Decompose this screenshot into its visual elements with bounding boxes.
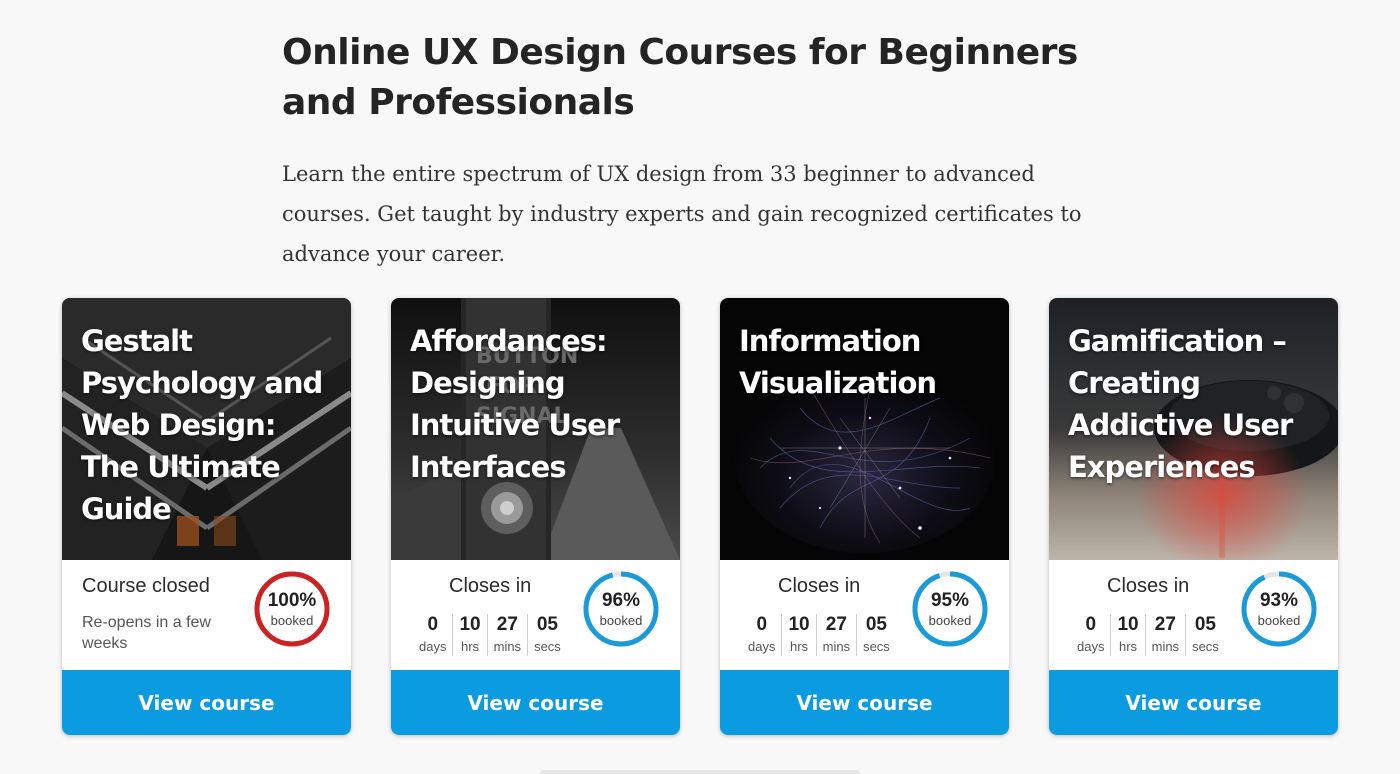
timer-days: 0 days <box>413 614 452 656</box>
timer-unit: mins <box>822 639 851 654</box>
course-status-panel: Closes in 0 days 10 hrs 27 mins 05 secs <box>1049 560 1338 670</box>
course-card-list: Gestalt Psychology and Web Design: The U… <box>62 298 1338 735</box>
timer-value: 0 <box>1085 614 1097 635</box>
booked-percent: 93% <box>1259 590 1299 611</box>
course-card: Information Visualization Closes in 0 da… <box>720 298 1009 735</box>
timer-value: 27 <box>496 614 518 635</box>
course-title[interactable]: Affordances: Designing Intuitive User In… <box>410 320 664 488</box>
timer-value: 05 <box>536 614 558 635</box>
countdown-timer: 0 days 10 hrs 27 mins 05 secs <box>413 614 567 656</box>
timer-seconds: 05 secs <box>527 614 567 656</box>
next-section-edge <box>540 770 860 774</box>
course-hero[interactable]: Information Visualization <box>720 298 1009 560</box>
timer-unit: secs <box>863 639 890 654</box>
page-lead: Learn the entire spectrum of UX design f… <box>282 162 1082 266</box>
timer-minutes: 27 mins <box>486 614 527 656</box>
timer-seconds: 05 secs <box>856 614 896 656</box>
timer-unit: hrs <box>790 639 809 654</box>
view-course-button[interactable]: View course <box>391 670 680 735</box>
course-status-panel: Closes in 0 days 10 hrs 27 mins 05 secs <box>720 560 1009 670</box>
page-title: Online UX Design Courses for Beginners a… <box>282 32 1078 123</box>
timer-minutes: 27 mins <box>815 614 856 656</box>
timer-days: 0 days <box>742 614 781 656</box>
booked-percent: 95% <box>930 590 970 611</box>
countdown-timer: 0 days 10 hrs 27 mins 05 secs <box>1071 614 1225 656</box>
timer-unit: hrs <box>1119 639 1138 654</box>
booked-label: booked <box>1257 613 1301 628</box>
timer-unit: days <box>419 639 447 654</box>
booked-ring: 95% booked <box>911 570 989 648</box>
status-heading: Closes in <box>1107 575 1190 597</box>
course-status-panel: Course closed Re-opens in a few weeks 10… <box>62 560 351 670</box>
course-card: BUTTON FOR SIGNAL Affordances: Designing… <box>391 298 680 735</box>
timer-value: 27 <box>1154 614 1176 635</box>
course-hero[interactable]: BUTTON FOR SIGNAL Affordances: Designing… <box>391 298 680 560</box>
status-heading: Closes in <box>778 575 861 597</box>
timer-days: 0 days <box>1071 614 1110 656</box>
booked-percent: 100% <box>267 590 317 611</box>
timer-unit: hrs <box>461 639 480 654</box>
timer-value: 05 <box>1194 614 1216 635</box>
timer-unit: mins <box>1151 639 1180 654</box>
course-title[interactable]: Information Visualization <box>739 320 993 404</box>
status-heading: Course closed <box>82 575 210 597</box>
course-title[interactable]: Gestalt Psychology and Web Design: The U… <box>81 320 335 530</box>
timer-seconds: 05 secs <box>1185 614 1225 656</box>
booked-label: booked <box>928 613 972 628</box>
timer-value: 27 <box>825 614 847 635</box>
booked-label: booked <box>599 613 643 628</box>
course-hero[interactable]: Gamification – Creating Addictive User E… <box>1049 298 1338 560</box>
timer-unit: secs <box>1192 639 1219 654</box>
timer-unit: secs <box>534 639 561 654</box>
timer-value: 10 <box>788 614 810 635</box>
course-card: Gestalt Psychology and Web Design: The U… <box>62 298 351 735</box>
timer-hours: 10 hrs <box>452 614 486 656</box>
course-card: Gamification – Creating Addictive User E… <box>1049 298 1338 735</box>
status-heading: Closes in <box>449 575 532 597</box>
timer-unit: days <box>1077 639 1105 654</box>
booked-ring: 100% booked <box>253 570 331 648</box>
booked-percent: 96% <box>601 590 641 611</box>
booked-ring: 96% booked <box>582 570 660 648</box>
timer-value: 0 <box>427 614 439 635</box>
course-hero[interactable]: Gestalt Psychology and Web Design: The U… <box>62 298 351 560</box>
timer-minutes: 27 mins <box>1144 614 1185 656</box>
countdown-timer: 0 days 10 hrs 27 mins 05 secs <box>742 614 896 656</box>
timer-unit: days <box>748 639 776 654</box>
timer-hours: 10 hrs <box>781 614 815 656</box>
booked-label: booked <box>270 613 314 628</box>
timer-value: 05 <box>865 614 887 635</box>
timer-value: 0 <box>756 614 768 635</box>
timer-unit: mins <box>493 639 522 654</box>
timer-value: 10 <box>459 614 481 635</box>
view-course-button[interactable]: View course <box>720 670 1009 735</box>
intro-section: Online UX Design Courses for Beginners a… <box>282 28 1122 274</box>
view-course-button[interactable]: View course <box>62 670 351 735</box>
course-status-panel: Closes in 0 days 10 hrs 27 mins 05 secs <box>391 560 680 670</box>
status-note: Re-opens in a few weeks <box>82 614 211 652</box>
booked-ring: 93% booked <box>1240 570 1318 648</box>
timer-value: 10 <box>1117 614 1139 635</box>
view-course-button[interactable]: View course <box>1049 670 1338 735</box>
timer-hours: 10 hrs <box>1110 614 1144 656</box>
course-title[interactable]: Gamification – Creating Addictive User E… <box>1068 320 1322 488</box>
